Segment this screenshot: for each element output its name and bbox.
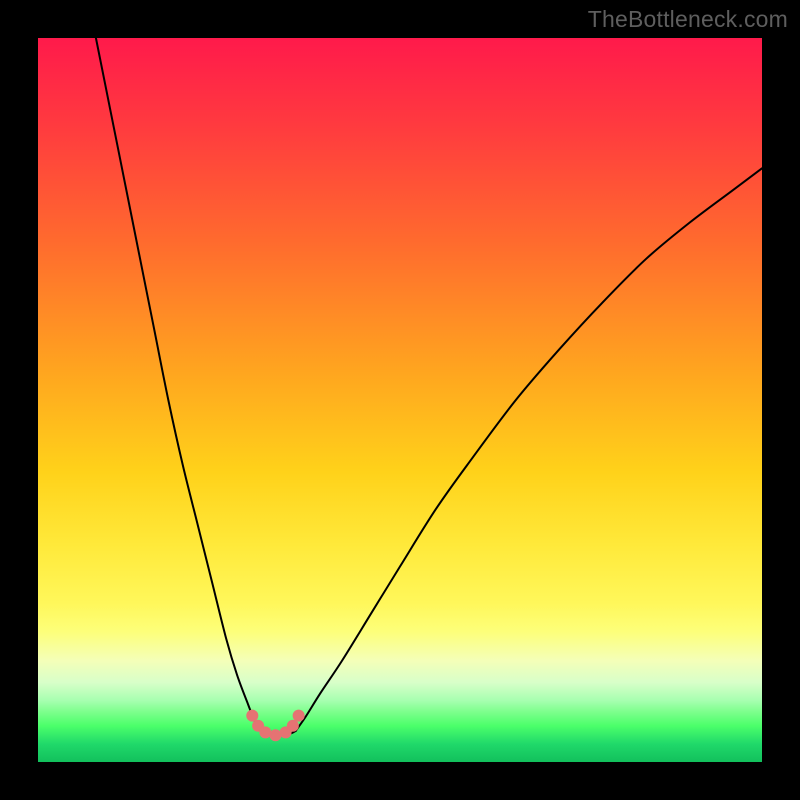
plot-area — [38, 38, 762, 762]
valley-dot — [259, 726, 271, 738]
curve-group — [96, 38, 762, 735]
curve-left-branch — [96, 38, 261, 731]
valley-dots-group — [246, 710, 304, 742]
watermark-text: TheBottleneck.com — [588, 6, 788, 33]
valley-dot — [269, 729, 281, 741]
valley-dot — [246, 710, 258, 722]
outer-frame: TheBottleneck.com — [0, 0, 800, 800]
chart-svg — [38, 38, 762, 762]
valley-dot — [287, 720, 299, 732]
curve-right-branch — [296, 168, 762, 731]
valley-dot — [293, 710, 305, 722]
